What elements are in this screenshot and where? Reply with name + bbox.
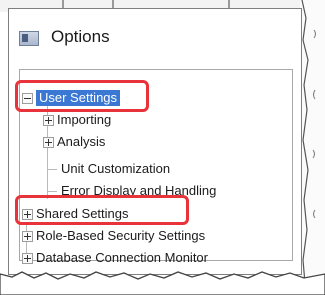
tree-item-label: Role-Based Security Settings (36, 228, 206, 243)
tree-item-label: Database Connection Monitor (36, 250, 208, 265)
background-window-edge (300, 0, 325, 295)
tree-item-label: Analysis (57, 134, 106, 149)
expand-icon[interactable] (22, 253, 33, 264)
options-app-icon (19, 31, 39, 46)
tree-connector (47, 191, 57, 192)
tree-connector (47, 169, 57, 170)
expand-icon[interactable] (22, 231, 33, 242)
shared-settings-highlight (15, 195, 189, 225)
options-dialog: Options User Settings Importing Analysis… (8, 8, 302, 275)
user-settings-highlight (15, 80, 149, 112)
torn-edge (0, 268, 325, 295)
dialog-title: Options (51, 27, 110, 46)
title-bar[interactable]: Options (9, 9, 301, 63)
expand-icon[interactable] (43, 137, 54, 148)
expand-icon[interactable] (43, 115, 54, 126)
tree-item-label: Importing (57, 112, 112, 127)
tree-item-label: Unit Customization (61, 161, 171, 176)
